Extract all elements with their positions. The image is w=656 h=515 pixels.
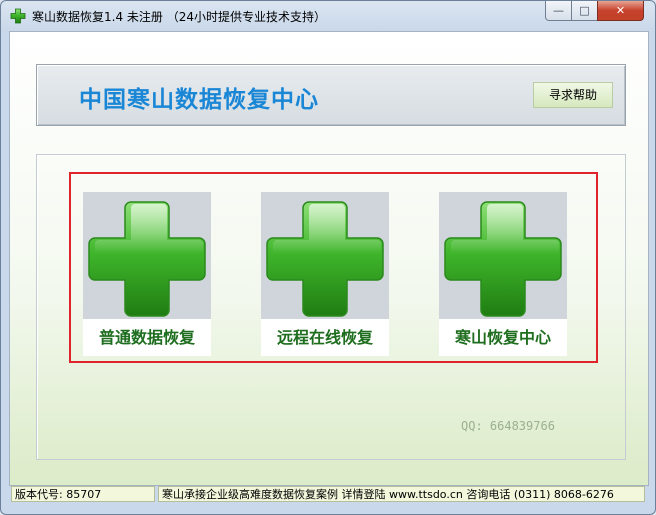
header-panel: 中国寒山数据恢复中心 寻求帮助 [36,64,626,126]
minimize-button[interactable]: — [545,1,572,21]
app-cross-icon [10,8,26,24]
tile-remote-recovery[interactable]: 远程在线恢复 [261,192,389,356]
title-bar: 寒山数据恢复1.4 未注册 （24小时提供专业技术支持） — □ ✕ [1,1,655,31]
tile-normal-recovery[interactable]: 普通数据恢复 [83,192,211,356]
main-panel: 普通数据恢复 远程在线恢复 寒山恢复中心 QQ: 664839766 [36,154,626,460]
tile-image [439,192,567,319]
version-code: 版本代号: 85707 [11,486,155,502]
close-icon: ✕ [615,4,626,17]
tile-label: 寒山恢复中心 [454,328,551,347]
client-area: 中国寒山数据恢复中心 寻求帮助 普通数据恢复 远程在线恢复 寒山恢复中心 QQ:… [9,31,649,486]
green-cross-icon [88,201,206,317]
qq-contact: QQ: 664839766 [461,419,555,433]
maximize-button[interactable]: □ [571,1,598,21]
status-info: 寒山承接企业级高难度数据恢复案例 详情登陆 www.ttsdo.cn 咨询电话 … [158,486,645,502]
maximize-icon: □ [579,4,590,17]
tile-image [261,192,389,319]
options-frame: 普通数据恢复 远程在线恢复 寒山恢复中心 [69,172,598,363]
window-title: 寒山数据恢复1.4 未注册 （24小时提供专业技术支持） [32,10,326,24]
page-title: 中国寒山数据恢复中心 [79,87,319,113]
green-cross-icon [444,201,562,317]
tile-hanshan-center[interactable]: 寒山恢复中心 [439,192,567,356]
status-bar: 版本代号: 85707 寒山承接企业级高难度数据恢复案例 详情登陆 www.tt… [9,485,649,503]
tile-label: 普通数据恢复 [98,328,195,347]
minimize-icon: — [553,4,564,17]
tile-label: 远程在线恢复 [276,328,373,347]
green-cross-icon [266,201,384,317]
help-button[interactable]: 寻求帮助 [533,82,613,108]
tile-image [83,192,211,319]
close-button[interactable]: ✕ [597,1,644,21]
app-window: 寒山数据恢复1.4 未注册 （24小时提供专业技术支持） — □ ✕ 中国寒山数… [0,0,656,515]
